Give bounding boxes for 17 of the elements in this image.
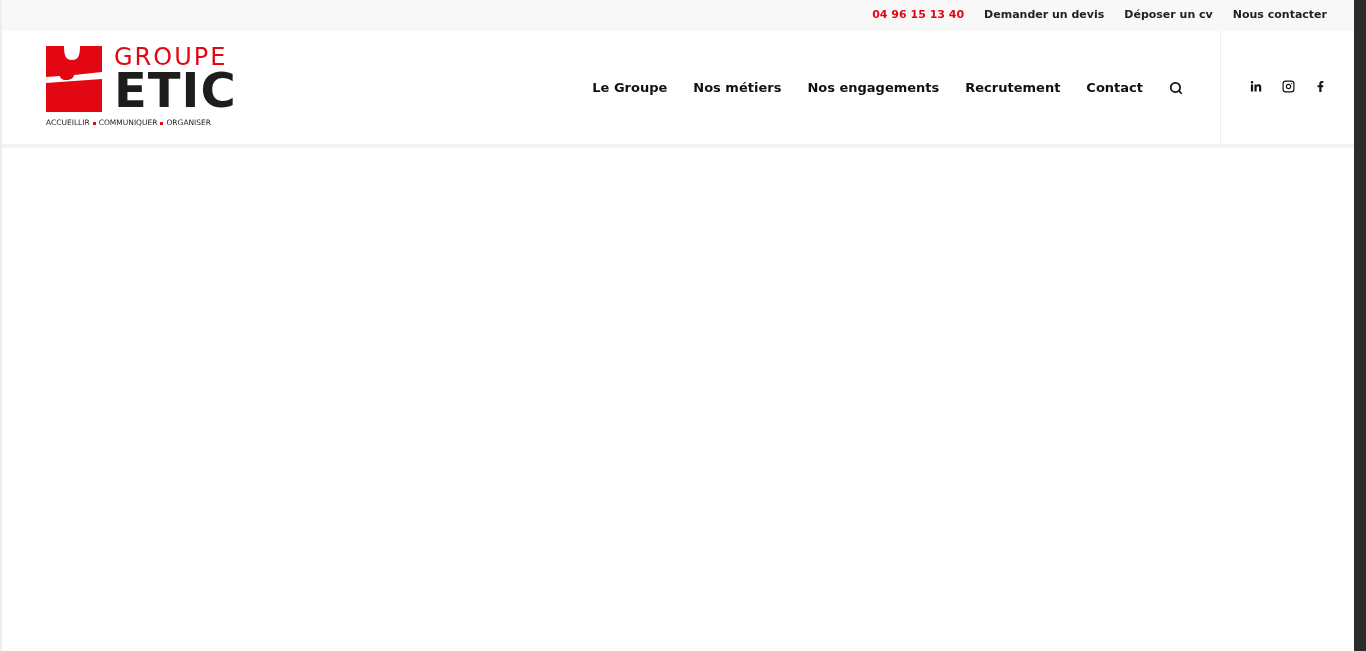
nav-link[interactable]: Nos métiers <box>693 77 782 98</box>
top-link[interactable]: Nous contacter <box>1232 7 1327 24</box>
logo-name: ETIC <box>114 68 237 113</box>
bullet-icon <box>92 121 96 125</box>
nav-link[interactable]: Le Groupe <box>592 77 668 98</box>
bullet-icon <box>160 121 164 125</box>
linkedin-icon[interactable] <box>1249 80 1262 93</box>
logo-title: GROUPE <box>114 46 228 69</box>
logo-mark-icon <box>46 46 102 113</box>
top-link[interactable]: Déposer un cv <box>1124 7 1213 24</box>
search-icon[interactable] <box>1169 80 1183 95</box>
nav-link[interactable]: Contact <box>1086 77 1143 98</box>
phone-number[interactable]: 04 96 15 13 40 <box>872 7 965 24</box>
nav-link[interactable]: Nos engagements <box>807 77 940 98</box>
instagram-icon[interactable] <box>1281 80 1295 93</box>
top-link[interactable]: Demander un devis <box>984 7 1105 24</box>
nav-link[interactable]: Recrutement <box>965 77 1061 98</box>
